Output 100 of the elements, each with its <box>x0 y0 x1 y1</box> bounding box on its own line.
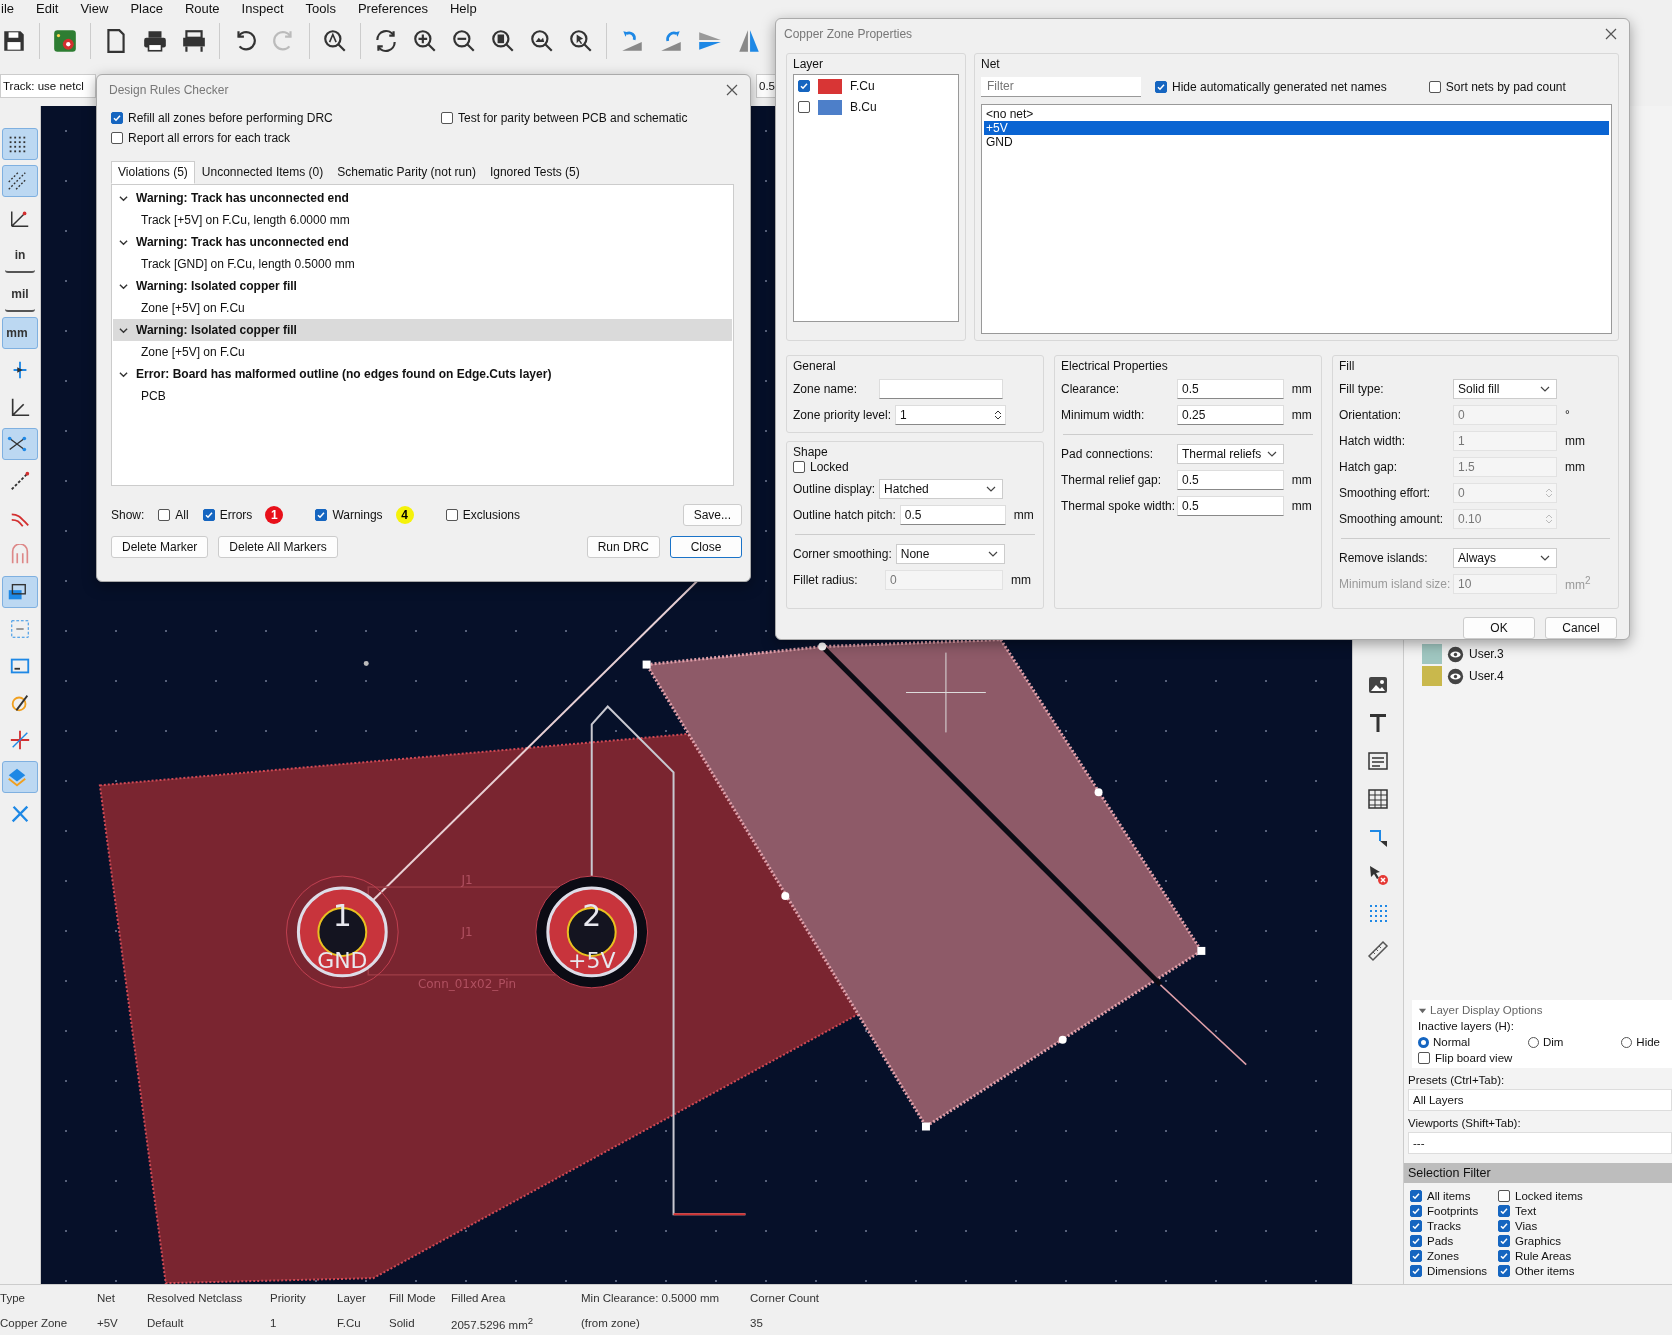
dialog-button[interactable]: OK <box>1463 617 1535 639</box>
tab[interactable]: Schematic Parity (not run) <box>330 161 483 184</box>
viewports-dropdown[interactable]: --- <box>1408 1132 1672 1154</box>
checkbox[interactable] <box>111 112 123 124</box>
checkbox[interactable] <box>1498 1219 1510 1232</box>
track-width-dropdown[interactable]: Track: use netcl <box>0 74 96 98</box>
via-size-dropdown[interactable]: 0.5 <box>756 74 778 98</box>
checkbox[interactable] <box>202 509 215 521</box>
filter-field[interactable]: Filter <box>981 76 1141 97</box>
net-item[interactable]: +5V <box>984 120 1609 135</box>
unit-toggle[interactable]: mil <box>5 278 35 312</box>
menu-item[interactable]: Route <box>183 2 221 16</box>
dropdown[interactable]: Always <box>1453 547 1557 568</box>
violation-row[interactable]: Warning: Isolated copper fill <box>113 275 732 297</box>
chevron-icon[interactable] <box>119 369 128 379</box>
menu-item[interactable]: Edit <box>35 2 60 16</box>
checkbox[interactable] <box>1410 1264 1422 1277</box>
layer-name[interactable]: F.Cu <box>850 79 875 94</box>
input-field[interactable]: 0.5 <box>1177 378 1284 399</box>
checkbox[interactable] <box>1410 1204 1422 1217</box>
chevron-icon[interactable] <box>119 281 128 291</box>
checkbox[interactable] <box>1498 1189 1510 1202</box>
eye-icon[interactable] <box>1447 645 1464 663</box>
tab[interactable]: Ignored Tests (5) <box>482 161 587 184</box>
dialog-button[interactable]: Delete All Markers <box>218 536 338 558</box>
dropdown[interactable]: Thermal reliefs <box>1177 443 1284 464</box>
input-field[interactable]: 0.5 <box>1177 469 1284 490</box>
tab[interactable]: Unconnected Items (0) <box>194 161 331 184</box>
presets-dropdown[interactable]: All Layers <box>1408 1089 1672 1111</box>
input-field[interactable] <box>879 378 1003 399</box>
save-button[interactable]: Save... <box>682 504 742 526</box>
checkbox[interactable] <box>1498 1234 1510 1247</box>
checkbox[interactable] <box>1410 1249 1422 1262</box>
violation-row[interactable]: Warning: Track has unconnected end <box>113 187 732 209</box>
section-heading[interactable]: Layer Display Options <box>1430 1004 1543 1016</box>
field-label: Minimum island size: <box>1339 576 1449 591</box>
unit-toggle[interactable]: mm <box>2 317 38 349</box>
checkbox[interactable] <box>158 509 171 521</box>
violation-row[interactable]: Warning: Track has unconnected end <box>113 231 732 253</box>
menu-item[interactable]: Help <box>449 2 478 16</box>
layer-name[interactable]: B.Cu <box>850 100 877 115</box>
dialog-button[interactable]: Delete Marker <box>111 536 209 558</box>
checkbox[interactable] <box>1498 1249 1510 1262</box>
checkbox[interactable] <box>441 112 453 124</box>
checkbox[interactable] <box>1155 80 1167 93</box>
radio-button[interactable] <box>1418 1036 1429 1048</box>
net-item[interactable]: GND <box>984 134 1609 149</box>
unit-toggle[interactable]: in <box>5 239 35 273</box>
menu-item[interactable]: Tools <box>304 2 337 16</box>
dialog-button[interactable]: Cancel <box>1545 617 1617 639</box>
unit-label: mm <box>1290 498 1313 513</box>
eye-icon[interactable] <box>1447 667 1464 685</box>
board-gear-icon[interactable] <box>51 27 79 55</box>
chevron-icon[interactable] <box>119 193 128 203</box>
net-item[interactable]: <no net> <box>984 106 1609 121</box>
checkbox[interactable] <box>445 509 458 521</box>
dropdown[interactable]: Hatched <box>879 478 1003 499</box>
menu-item[interactable]: Preferences <box>356 2 429 16</box>
tab[interactable]: Violations (5) <box>111 161 195 184</box>
layer-name[interactable]: User.4 <box>1469 669 1504 683</box>
checkbox[interactable] <box>793 460 805 473</box>
ratsnest-icon[interactable] <box>2 428 38 460</box>
menu-item[interactable]: ile <box>0 2 15 16</box>
checkbox[interactable] <box>1498 1264 1510 1277</box>
plotter-icon[interactable] <box>180 27 208 55</box>
checkbox[interactable] <box>798 80 810 93</box>
checkbox[interactable] <box>111 132 123 144</box>
layer-stack-icon[interactable] <box>2 576 38 608</box>
checkbox[interactable] <box>1498 1204 1510 1217</box>
violation-row[interactable]: Error: Board has malformed outline (no edges found on Edge.Cuts layer) <box>113 363 732 385</box>
checkbox[interactable] <box>1410 1234 1422 1247</box>
spin-arrows-icon[interactable] <box>993 408 1002 421</box>
checkbox[interactable] <box>1410 1219 1422 1232</box>
close-icon[interactable] <box>1605 27 1617 40</box>
violation-row[interactable]: Warning: Isolated copper fill <box>113 319 732 341</box>
menu-item[interactable]: View <box>79 2 110 16</box>
radio-button[interactable] <box>1621 1036 1633 1048</box>
checkbox[interactable] <box>798 101 810 114</box>
dropdown[interactable]: Solid fill <box>1453 378 1557 399</box>
dot-grid-icon[interactable] <box>2 128 38 160</box>
input-field[interactable]: 0.25 <box>1177 404 1284 425</box>
spin-field[interactable]: 1 <box>895 404 1006 425</box>
dropdown[interactable]: None <box>895 543 1006 564</box>
radio-button[interactable] <box>1527 1036 1539 1048</box>
layer-name[interactable]: User.3 <box>1469 647 1504 661</box>
menu-item[interactable]: Place <box>129 2 164 16</box>
menu-item[interactable]: Inspect <box>240 2 285 16</box>
chevron-icon[interactable] <box>119 237 128 247</box>
checkbox[interactable] <box>1410 1189 1422 1202</box>
input-field[interactable]: 0.5 <box>1177 495 1284 516</box>
chevron-icon[interactable] <box>119 325 128 335</box>
checkbox[interactable] <box>315 509 328 521</box>
close-icon[interactable] <box>726 84 738 96</box>
checkbox[interactable] <box>1418 1052 1430 1064</box>
caret-icon <box>986 485 996 492</box>
checkbox[interactable] <box>1428 80 1441 93</box>
dialog-button[interactable]: Run DRC <box>586 536 660 558</box>
input-field[interactable]: 0.5 <box>899 504 1006 525</box>
diagonal-grid-icon[interactable] <box>2 165 38 197</box>
dialog-button[interactable]: Close <box>670 536 742 558</box>
